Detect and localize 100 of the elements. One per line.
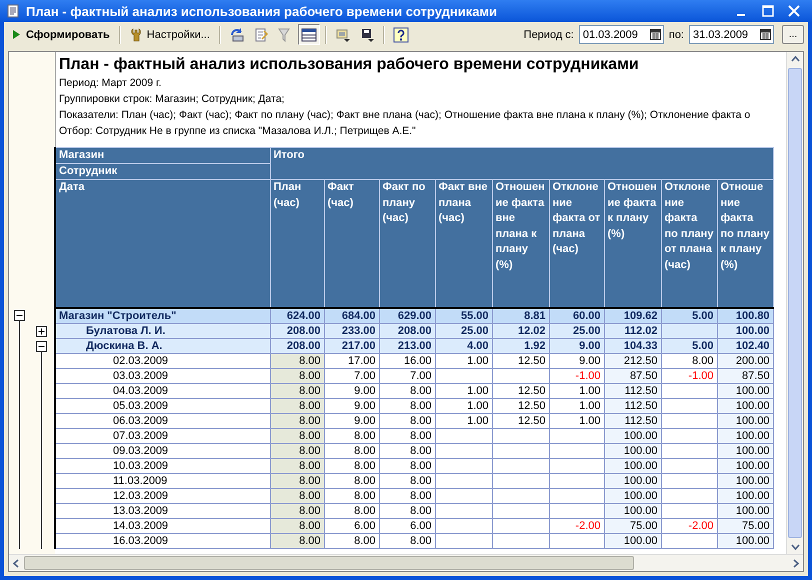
vertical-scrollbar[interactable]: [786, 52, 803, 554]
table-cell: 8.00: [270, 518, 324, 534]
table-cell: 12.50: [492, 384, 549, 398]
table-cell: 25.00: [549, 324, 604, 338]
column-header: Факт (час): [324, 180, 379, 308]
table-cell: 200.00: [717, 354, 774, 368]
table-cell: 100.00: [717, 414, 774, 428]
table-cell: 8.00: [270, 368, 324, 384]
table-cell: 8.00: [324, 488, 379, 504]
close-icon[interactable]: [788, 5, 800, 17]
header-cell: Дата: [55, 180, 270, 308]
period-to-label: по:: [668, 28, 684, 40]
table-cell: 8.00: [270, 534, 324, 548]
row-label: Булатова Л. И.: [55, 324, 270, 338]
table-cell: 12.02: [492, 324, 549, 338]
table-cell: -2.00: [549, 518, 604, 534]
calendar-icon[interactable]: [760, 29, 771, 40]
table-cell: 102.40: [717, 338, 774, 354]
row-label: 12.03.2009: [55, 488, 270, 504]
table-cell: 9.00: [324, 384, 379, 398]
expand-toggle[interactable]: [14, 310, 25, 321]
more-button[interactable]: ...: [782, 25, 804, 44]
row-label: 06.03.2009: [55, 414, 270, 428]
header-cell: Магазин: [55, 148, 270, 164]
table-cell: 16.00: [379, 354, 435, 368]
table-cell: 109.62: [604, 308, 661, 324]
expand-toggle[interactable]: [36, 340, 47, 352]
table-cell: 100.00: [717, 444, 774, 458]
table-cell: 112.02: [604, 324, 661, 338]
table-cell: 1.00: [435, 398, 492, 414]
table-cell: 1.00: [549, 398, 604, 414]
table-cell: 8.00: [324, 444, 379, 458]
table-cell: 100.00: [604, 458, 661, 474]
table-cell: 100.00: [604, 474, 661, 488]
column-header: Отклонение факта от плана (час): [549, 180, 604, 308]
row-label: Магазин "Строитель": [55, 308, 270, 324]
table-cell: 1.00: [435, 384, 492, 398]
table-cell: 8.00: [270, 414, 324, 428]
play-icon: [12, 29, 21, 40]
table-cell: 100.00: [717, 428, 774, 444]
settings-button[interactable]: Настройки...: [126, 24, 214, 45]
date-to-field[interactable]: 31.03.2009: [689, 25, 774, 44]
table-cell: 8.00: [324, 504, 379, 518]
table-cell: 100.00: [717, 458, 774, 474]
table-cell: 8.00: [270, 354, 324, 368]
row-label: 13.03.2009: [55, 504, 270, 518]
help-icon: [392, 26, 409, 42]
table-cell: 8.00: [270, 444, 324, 458]
maximize-icon[interactable]: [762, 5, 774, 17]
table-cell: 1.00: [549, 414, 604, 428]
header-cell: Сотрудник: [55, 164, 270, 180]
table-cell: 8.00: [661, 354, 717, 368]
table-cell: 1.00: [549, 384, 604, 398]
row-label: 09.03.2009: [55, 444, 270, 458]
table-cell: 8.00: [379, 458, 435, 474]
window-title: План - фактный анализ использования рабочего времени сотрудниками: [26, 4, 498, 18]
scrollbar-thumb[interactable]: [788, 68, 802, 538]
table-cell: 8.00: [379, 384, 435, 398]
column-header: Факт по плану (час): [379, 180, 435, 308]
row-label: 05.03.2009: [55, 398, 270, 414]
table-cell: 17.00: [324, 354, 379, 368]
table-cell: 8.00: [379, 428, 435, 444]
row-label: 16.03.2009: [55, 534, 270, 548]
table-icon: [300, 26, 317, 42]
table-cell: 624.00: [270, 308, 324, 324]
table-cell: 9.00: [324, 414, 379, 428]
table-cell: 208.00: [379, 324, 435, 338]
horizontal-scrollbar[interactable]: [9, 554, 803, 571]
table-cell: 1.00: [435, 414, 492, 428]
row-label: 02.03.2009: [55, 354, 270, 368]
expand-toggle[interactable]: [36, 326, 47, 336]
date-from-field[interactable]: 01.03.2009: [578, 25, 664, 44]
column-header: Факт вне плана (час): [435, 180, 492, 308]
table-cell: 8.00: [379, 534, 435, 548]
row-label: 14.03.2009: [55, 518, 270, 534]
table-cell: 112.50: [604, 414, 661, 428]
scrollbar-thumb[interactable]: [24, 556, 634, 570]
table-cell: 7.00: [379, 368, 435, 384]
table-cell: 4.00: [435, 338, 492, 354]
table-cell: 6.00: [324, 518, 379, 534]
table-cell: 9.00: [549, 354, 604, 368]
generate-button[interactable]: Сформировать: [8, 24, 114, 45]
table-button[interactable]: [298, 24, 320, 45]
table-cell: 100.00: [604, 444, 661, 458]
table-cell: 8.00: [270, 488, 324, 504]
table-cell: 8.00: [379, 488, 435, 504]
table-cell: 100.00: [717, 398, 774, 414]
row-label: 07.03.2009: [55, 428, 270, 444]
table-cell: 208.00: [270, 324, 324, 338]
table-cell: 100.00: [717, 488, 774, 504]
table-cell: 75.00: [604, 518, 661, 534]
table-cell: -1.00: [549, 368, 604, 384]
table-cell: 9.00: [549, 338, 604, 354]
column-header: Отношение факта к плану (%): [604, 180, 661, 308]
table-cell: 75.00: [717, 518, 774, 534]
table-cell: 8.00: [270, 398, 324, 414]
table-cell: 87.50: [604, 368, 661, 384]
calendar-icon[interactable]: [650, 29, 661, 40]
table-cell: 8.00: [270, 428, 324, 444]
column-header: Отклонение факта по плану от плана (час): [661, 180, 717, 308]
